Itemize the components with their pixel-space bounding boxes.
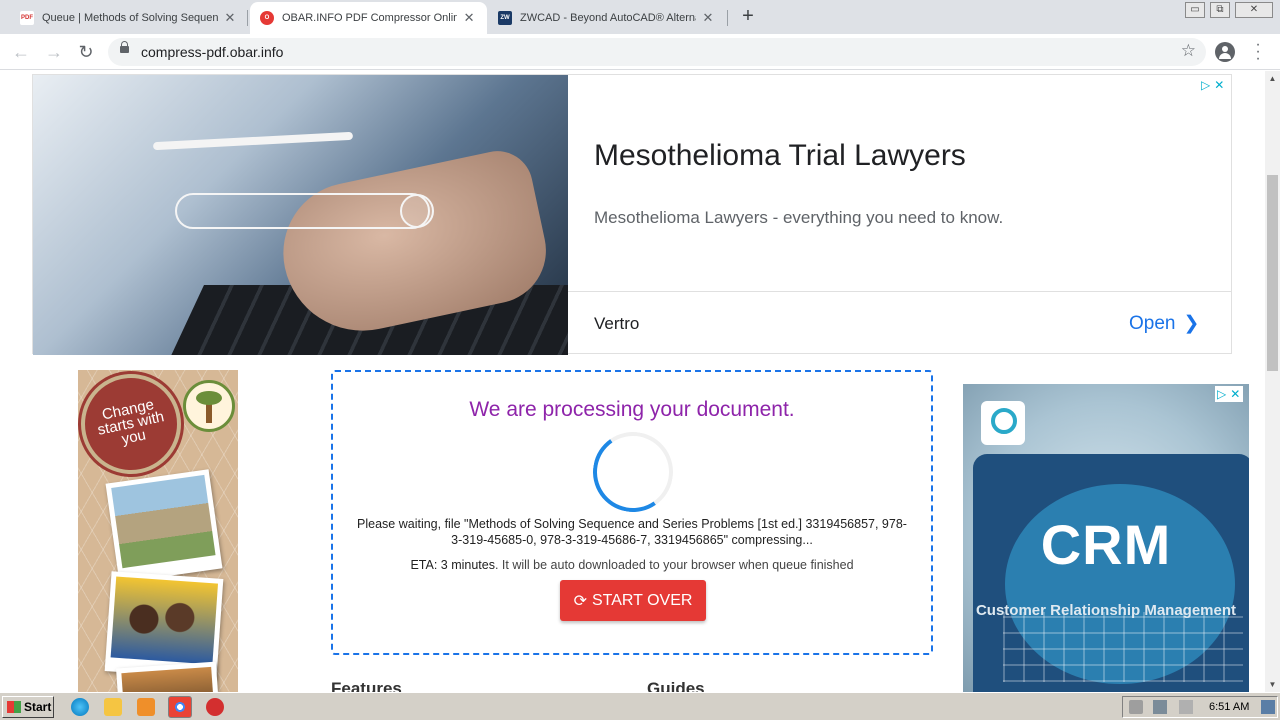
new-tab-button[interactable]: +: [737, 5, 759, 28]
processing-title: We are processing your document.: [469, 398, 795, 421]
reload-icon[interactable]: ↻: [75, 41, 97, 63]
pdf-favicon-icon: PDF: [20, 11, 34, 25]
tab-title: Queue | Methods of Solving Sequenc: [42, 12, 218, 24]
scroll-up-arrow-icon[interactable]: ▲: [1265, 71, 1280, 86]
media-player-icon[interactable]: [137, 698, 155, 716]
close-tab-icon[interactable]: ✕: [461, 10, 477, 26]
speaker-icon[interactable]: [1129, 700, 1143, 714]
start-label: Start: [24, 700, 52, 714]
ad-photo: [33, 75, 568, 355]
tab-title: ZWCAD - Beyond AutoCAD® Alterna: [520, 12, 696, 24]
system-tray: 6:51 AM: [1122, 696, 1278, 718]
crm-subline: Customer Relationship Management: [975, 602, 1237, 619]
processing-message: Please waiting, file "Methods of Solving…: [357, 517, 907, 547]
ad-open-button[interactable]: Open ❯: [1129, 312, 1199, 335]
eta-label: ETA: 3 minutes: [410, 558, 495, 572]
tab-title: OBAR.INFO PDF Compressor Online: [282, 12, 458, 24]
folder-icon[interactable]: [104, 698, 122, 716]
opera-icon[interactable]: [206, 698, 224, 716]
tab-strip: PDF Queue | Methods of Solving Sequenc ✕…: [0, 0, 1280, 34]
browser-toolbar: ← → ↻ compress-pdf.obar.info ☆: [0, 34, 1280, 70]
ad-headline[interactable]: Mesothelioma Trial Lawyers: [594, 139, 966, 173]
back-arrow-icon[interactable]: ←: [10, 41, 32, 63]
left-banner-ad[interactable]: Change starts with you: [78, 370, 238, 692]
eta-line: ETA: 3 minutes. It will be auto download…: [333, 558, 931, 572]
guides-heading: Guides: [647, 679, 705, 692]
windows-taskbar: Start 6:51 AM: [0, 692, 1280, 720]
crm-headline: CRM: [1040, 513, 1172, 576]
clock: 6:51 AM: [1209, 701, 1250, 713]
tab-obar[interactable]: O OBAR.INFO PDF Compressor Online ✕: [250, 2, 487, 34]
features-heading: Features: [331, 679, 402, 692]
vertical-scrollbar[interactable]: ▲ ▼: [1265, 71, 1280, 692]
forward-arrow-icon[interactable]: →: [43, 41, 65, 63]
tab-zwcad[interactable]: ZW ZWCAD - Beyond AutoCAD® Alterna ✕: [488, 2, 726, 34]
stylus-pen: [152, 131, 354, 151]
bookmark-star-icon[interactable]: ☆: [1181, 41, 1196, 61]
network-icon[interactable]: [1153, 700, 1167, 714]
tab-queue[interactable]: PDF Queue | Methods of Solving Sequenc ✕: [10, 2, 248, 34]
lock-icon: [120, 41, 129, 53]
crm-logo-icon: [981, 401, 1025, 445]
close-tab-icon[interactable]: ✕: [222, 10, 238, 26]
tree-logo-icon: [183, 380, 235, 432]
tab-separator: [247, 10, 248, 26]
show-desktop-icon[interactable]: [1261, 700, 1275, 714]
top-ad-banner[interactable]: Mesothelioma Trial Lawyers Mesothelioma …: [32, 74, 1232, 355]
zwcad-favicon-icon: ZW: [498, 11, 512, 25]
windows-logo-icon: [7, 701, 21, 713]
ad-open-label: Open: [1129, 313, 1176, 334]
right-crm-ad[interactable]: CRM Customer Relationship Management ▷ ✕: [963, 384, 1249, 692]
chevron-right-icon: ❯: [1183, 313, 1200, 334]
url-text[interactable]: compress-pdf.obar.info: [141, 44, 283, 60]
close-tab-icon[interactable]: ✕: [700, 10, 716, 26]
menu-kebab-icon[interactable]: · · ·: [1252, 37, 1264, 67]
start-over-button[interactable]: ⟳ START OVER: [560, 580, 706, 621]
adchoices-icon[interactable]: ▷ ✕: [1201, 77, 1229, 93]
search-bar-graphic: [175, 193, 430, 229]
chrome-taskbar-icon[interactable]: [168, 696, 192, 718]
ad-description: Mesothelioma Lawyers - everything you ne…: [594, 208, 1004, 227]
ad-advertiser: Vertro: [594, 314, 640, 333]
loading-spinner-icon: [586, 425, 680, 519]
minimize-button[interactable]: ▭: [1185, 2, 1205, 18]
close-window-button[interactable]: ✕: [1235, 2, 1273, 18]
profile-avatar-icon[interactable]: [1215, 42, 1235, 62]
flag-icon[interactable]: [1179, 700, 1193, 714]
restore-button[interactable]: ⧉: [1210, 2, 1230, 18]
search-icon: [400, 194, 434, 228]
processing-box: We are processing your document. Please …: [331, 370, 933, 655]
ad-divider: [568, 291, 1231, 292]
scrollbar-thumb[interactable]: [1267, 175, 1278, 371]
internet-explorer-icon[interactable]: [71, 698, 89, 716]
start-button[interactable]: Start: [2, 696, 54, 718]
scroll-down-arrow-icon[interactable]: ▼: [1265, 677, 1280, 692]
address-bar[interactable]: compress-pdf.obar.info ☆: [108, 38, 1206, 66]
start-over-label: START OVER: [591, 591, 693, 609]
adchoices-icon[interactable]: ▷ ✕: [1215, 386, 1243, 402]
obar-favicon-icon: O: [260, 11, 274, 25]
eta-text: . It will be auto downloaded to your bro…: [494, 558, 854, 572]
tab-separator: [727, 10, 728, 26]
page-viewport: Mesothelioma Trial Lawyers Mesothelioma …: [0, 71, 1265, 692]
photo-building: [105, 469, 223, 583]
refresh-icon: ⟳: [573, 592, 587, 610]
keyboard-graphic: [1003, 612, 1243, 682]
